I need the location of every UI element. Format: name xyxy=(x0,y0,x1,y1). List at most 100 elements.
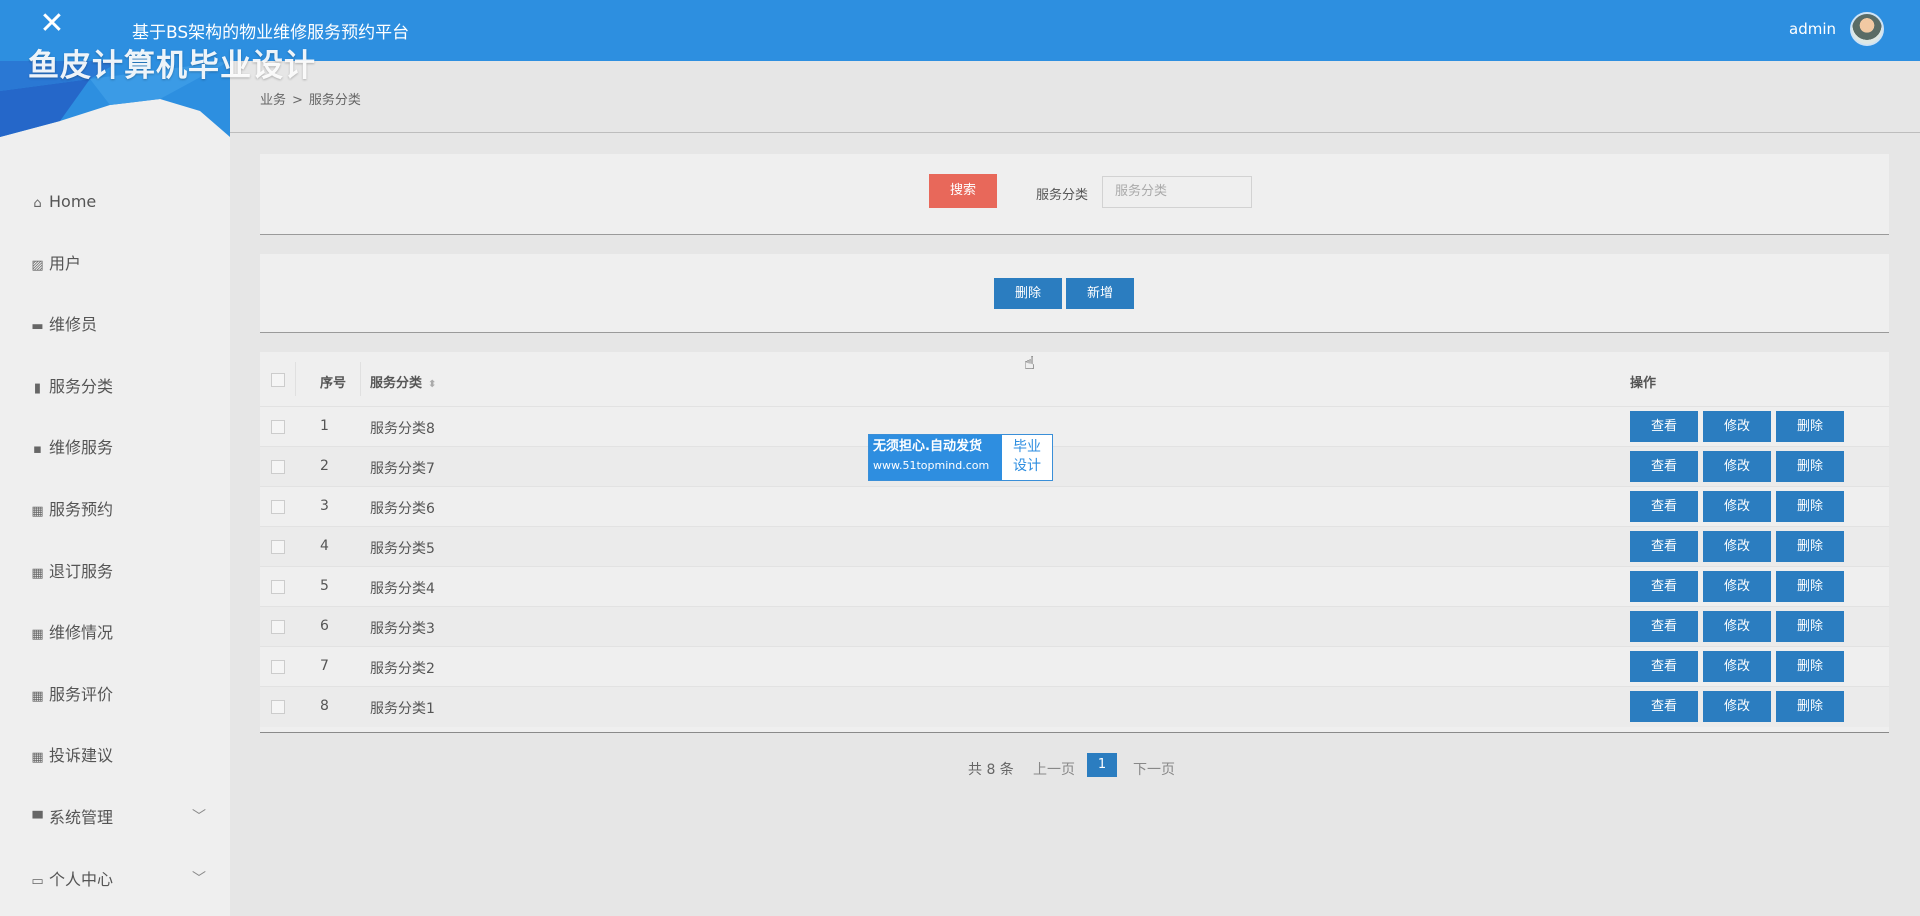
delete-row-button[interactable]: 删除 xyxy=(1776,491,1844,522)
view-button[interactable]: 查看 xyxy=(1630,571,1698,602)
row-checkbox[interactable] xyxy=(271,500,285,514)
table-row: 6 服务分类3 查看 修改 删除 xyxy=(260,606,1889,647)
row-index: 4 xyxy=(320,538,329,554)
sidebar-item-repair-service[interactable]: ▪ 维修服务 xyxy=(0,417,230,479)
ad-right: 毕业 设计 xyxy=(1002,435,1052,480)
sidebar-item-label: 退订服务 xyxy=(49,561,114,581)
breadcrumb-current: 服务分类 xyxy=(308,93,361,108)
delete-row-button[interactable]: 删除 xyxy=(1776,611,1844,642)
view-button[interactable]: 查看 xyxy=(1630,531,1698,562)
view-button[interactable]: 查看 xyxy=(1630,651,1698,682)
user-name[interactable]: admin xyxy=(1789,20,1836,38)
edit-button[interactable]: 修改 xyxy=(1703,611,1771,642)
edit-button[interactable]: 修改 xyxy=(1703,691,1771,722)
grid-icon: ▦ xyxy=(31,750,44,766)
search-button[interactable]: 搜索 xyxy=(929,174,997,208)
sidebar-item-service-category[interactable]: ▮ 服务分类 xyxy=(0,356,230,418)
column-header-operation: 操作 xyxy=(1630,376,1657,391)
main-content: 业务 > 服务分类 搜索 服务分类 服务分类 删除 新增 序号 服务分类 ⬍ 操作 1… xyxy=(230,61,1920,916)
ad-left: 无须担心.自动发货 www.51topmind.com xyxy=(869,435,1002,480)
delete-row-button[interactable]: 删除 xyxy=(1776,571,1844,602)
sidebar-item-label: 服务预约 xyxy=(49,499,114,519)
edit-button[interactable]: 修改 xyxy=(1703,411,1771,442)
sidebar-item-complaint[interactable]: ▦ 投诉建议 xyxy=(0,725,230,787)
search-input[interactable]: 服务分类 xyxy=(1102,176,1252,208)
sidebar-item-repair-status[interactable]: ▦ 维修情况 xyxy=(0,602,230,664)
edit-button[interactable]: 修改 xyxy=(1703,571,1771,602)
delete-row-button[interactable]: 删除 xyxy=(1776,691,1844,722)
view-button[interactable]: 查看 xyxy=(1630,451,1698,482)
row-name: 服务分类3 xyxy=(370,621,435,637)
close-icon[interactable]: ✕ xyxy=(38,9,66,39)
row-checkbox[interactable] xyxy=(271,580,285,594)
row-index: 8 xyxy=(320,698,329,714)
row-name: 服务分类1 xyxy=(370,701,435,717)
sidebar-item-label: Home xyxy=(49,192,97,211)
briefcase-icon: ▬ xyxy=(31,319,44,335)
row-checkbox[interactable] xyxy=(271,420,285,434)
row-index: 5 xyxy=(320,578,329,594)
grid-icon: ▦ xyxy=(31,565,44,581)
column-header-label: 服务分类 xyxy=(370,376,423,391)
sidebar-item-label: 服务评价 xyxy=(49,684,114,704)
delete-row-button[interactable]: 删除 xyxy=(1776,651,1844,682)
sidebar-item-label: 系统管理 xyxy=(49,807,114,827)
search-label: 服务分类 xyxy=(1036,188,1089,203)
next-page-button[interactable]: 下一页 xyxy=(1133,759,1175,779)
row-checkbox[interactable] xyxy=(271,620,285,634)
select-all-checkbox[interactable] xyxy=(271,373,285,387)
grid-icon: ▦ xyxy=(31,627,44,643)
comment-icon: ▪ xyxy=(33,442,42,458)
table-row: 7 服务分类2 查看 修改 删除 xyxy=(260,646,1889,687)
edit-button[interactable]: 修改 xyxy=(1703,651,1771,682)
table-row: 1 服务分类8 查看 修改 删除 xyxy=(260,406,1889,447)
page-number-current[interactable]: 1 xyxy=(1087,753,1117,777)
grid-icon: ▦ xyxy=(31,688,44,704)
sidebar-item-profile[interactable]: ▭ 个人中心 ﹀ xyxy=(0,849,230,911)
data-table: 序号 服务分类 ⬍ 操作 1 服务分类8 查看 修改 删除 2 服务分类7 查看 修改 删除 3 服务分… xyxy=(260,352,1889,733)
row-index: 7 xyxy=(320,658,329,674)
sidebar-item-system[interactable]: ▀ 系统管理 ﹀ xyxy=(0,787,230,849)
card-icon: ▭ xyxy=(31,873,44,889)
sidebar-item-home[interactable]: ⌂ Home xyxy=(0,171,230,233)
sidebar-item-cancel[interactable]: ▦ 退订服务 xyxy=(0,541,230,603)
view-button[interactable]: 查看 xyxy=(1630,611,1698,642)
sidebar-item-booking[interactable]: ▦ 服务预约 xyxy=(0,479,230,541)
pagination-total: 共 8 条 xyxy=(968,762,1014,778)
sidebar-item-label: 维修情况 xyxy=(49,623,114,643)
row-index: 3 xyxy=(320,498,329,514)
column-header-name[interactable]: 服务分类 ⬍ xyxy=(370,372,436,391)
row-checkbox[interactable] xyxy=(271,700,285,714)
view-button[interactable]: 查看 xyxy=(1630,491,1698,522)
delete-row-button[interactable]: 删除 xyxy=(1776,531,1844,562)
pagination: 共 8 条 上一页 1 下一页 xyxy=(230,753,1920,783)
avatar[interactable] xyxy=(1850,12,1884,46)
view-button[interactable]: 查看 xyxy=(1630,691,1698,722)
delete-button[interactable]: 删除 xyxy=(994,278,1062,309)
row-name: 服务分类8 xyxy=(370,421,435,437)
row-index: 1 xyxy=(320,418,329,434)
chevron-down-icon: ﹀ xyxy=(192,870,206,887)
row-checkbox[interactable] xyxy=(271,540,285,554)
edit-button[interactable]: 修改 xyxy=(1703,491,1771,522)
row-name: 服务分类6 xyxy=(370,501,435,517)
sort-icon[interactable]: ⬍ xyxy=(428,379,436,390)
delete-row-button[interactable]: 删除 xyxy=(1776,411,1844,442)
table-row: 5 服务分类4 查看 修改 删除 xyxy=(260,566,1889,607)
add-button[interactable]: 新增 xyxy=(1066,278,1134,309)
home-icon: ⌂ xyxy=(33,196,42,211)
row-checkbox[interactable] xyxy=(271,460,285,474)
view-button[interactable]: 查看 xyxy=(1630,411,1698,442)
row-name: 服务分类4 xyxy=(370,581,435,597)
edit-button[interactable]: 修改 xyxy=(1703,451,1771,482)
breadcrumb-parent[interactable]: 业务 xyxy=(260,93,286,108)
ad-watermark: 无须担心.自动发货 www.51topmind.com 毕业 设计 xyxy=(868,434,1053,481)
sidebar-item-review[interactable]: ▦ 服务评价 xyxy=(0,664,230,726)
sidebar-item-users[interactable]: ▨ 用户 xyxy=(0,233,230,295)
sidebar-item-repairmen[interactable]: ▬ 维修员 xyxy=(0,294,230,356)
sidebar-item-label: 用户 xyxy=(49,253,82,273)
edit-button[interactable]: 修改 xyxy=(1703,531,1771,562)
prev-page-button[interactable]: 上一页 xyxy=(1033,759,1075,779)
row-checkbox[interactable] xyxy=(271,660,285,674)
delete-row-button[interactable]: 删除 xyxy=(1776,451,1844,482)
